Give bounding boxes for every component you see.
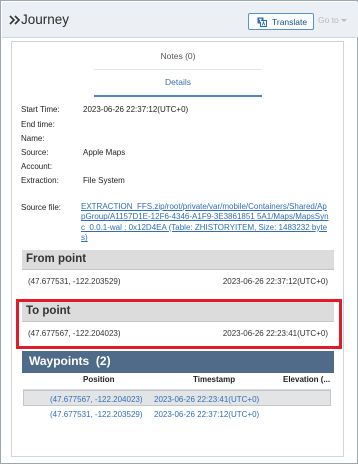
source-value: Apple Maps xyxy=(83,148,126,157)
panel-header: Journey Translate Go to xyxy=(2,2,358,38)
end-time-label: End time: xyxy=(21,120,55,129)
waypoint-timestamp: 2023-06-26 22:37:12(UTC+0) xyxy=(154,410,260,419)
tab-details[interactable]: Details xyxy=(94,77,262,87)
waypoints-header: Waypoints (2) xyxy=(22,351,334,373)
chevron-down-icon[interactable] xyxy=(341,19,347,22)
tab-active-indicator xyxy=(94,95,262,97)
start-time-value: 2023-06-26 22:37:12(UTC+0) xyxy=(83,105,189,114)
goto-dropdown[interactable]: Go to xyxy=(318,15,339,25)
waypoint-timestamp: 2023-06-26 22:23:41(UTC+0) xyxy=(154,395,260,404)
from-point-time: 2023-06-26 22:37:12(UTC+0) xyxy=(222,277,328,286)
journey-panel: Journey Translate Go to Notes (0) Detail… xyxy=(0,0,358,464)
waypoints-title: Waypoints (2) xyxy=(29,354,111,368)
highlight-box xyxy=(16,299,342,349)
translate-label: Translate xyxy=(272,17,308,27)
from-point-coords: (47.677531, -122.203529) xyxy=(28,277,121,286)
waypoints-title-text: Waypoints xyxy=(29,354,90,368)
column-header-position[interactable]: Position xyxy=(83,375,115,389)
name-label: Name: xyxy=(21,134,45,143)
extraction-value: File System xyxy=(83,176,125,185)
page-title: Journey xyxy=(21,12,70,27)
column-header-elevation[interactable]: Elevation (... xyxy=(283,375,330,389)
column-header-timestamp[interactable]: Timestamp xyxy=(193,375,235,389)
table-row[interactable]: (47.677567, -122.204023) 2023-06-26 22:2… xyxy=(23,390,331,406)
from-point-title: From point xyxy=(26,253,87,265)
account-label: Account: xyxy=(21,162,53,171)
source-file-link[interactable]: EXTRACTION_FFS.zip/root/private/var/mobi… xyxy=(81,202,331,244)
waypoint-position: (47.677531, -122.203529) xyxy=(50,410,143,419)
waypoint-position: (47.677567, -122.204023) xyxy=(50,395,143,404)
from-point-header: From point xyxy=(22,250,334,270)
from-point-row: (47.677531, -122.203529) 2023-06-26 22:3… xyxy=(22,271,334,293)
source-file-label: Source file: xyxy=(21,203,62,212)
tab-divider xyxy=(94,69,262,70)
double-chevron-right-icon[interactable] xyxy=(8,13,22,27)
start-time-label: Start Time: xyxy=(21,105,60,114)
waypoints-count: (2) xyxy=(95,354,111,368)
table-row[interactable]: (47.677531, -122.203529) 2023-06-26 22:3… xyxy=(23,406,331,422)
extraction-label: Extraction: xyxy=(21,176,59,185)
translate-button[interactable]: Translate xyxy=(248,13,314,30)
translate-icon xyxy=(257,17,267,27)
source-label: Source: xyxy=(21,148,49,157)
tab-notes[interactable]: Notes (0) xyxy=(94,51,262,61)
